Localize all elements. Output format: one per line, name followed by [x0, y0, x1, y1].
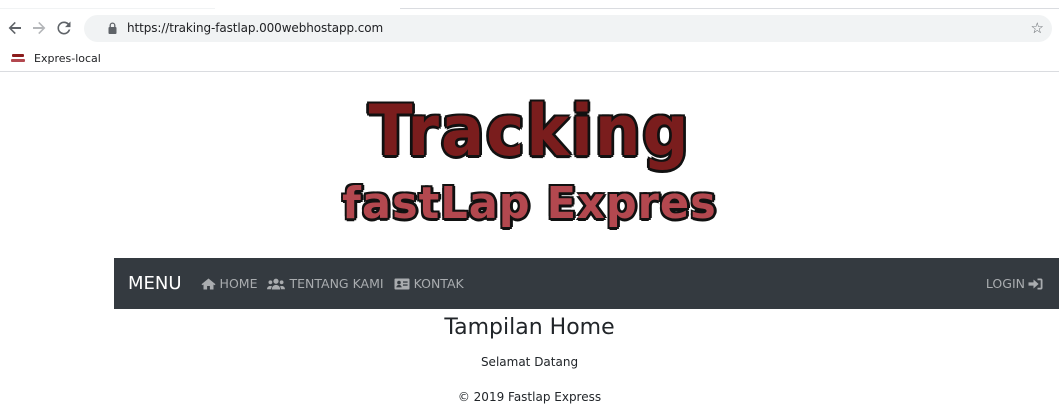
arrow-left-icon: [8, 21, 21, 35]
bookmark-favicon-icon: [10, 52, 26, 64]
sign-in-icon: [1028, 278, 1043, 290]
login-label: LOGIN: [985, 276, 1025, 291]
back-button[interactable]: [4, 17, 26, 39]
nav-item-kontak[interactable]: KONTAK: [394, 276, 464, 291]
arrow-right-icon: [33, 21, 46, 35]
main-navbar: MENU HOME TENTANG KAMI KONTAK LOGIN: [114, 258, 1059, 309]
bookmark-expres-local[interactable]: Expres-local: [10, 49, 101, 67]
browser-chrome: https://traking-fastlap.000webhostapp.co…: [0, 0, 1059, 72]
bookmark-label: Expres-local: [34, 51, 101, 65]
page-title: Tampilan Home: [444, 315, 615, 340]
home-icon: [201, 278, 216, 290]
bookmarks-bar: Expres-local: [0, 45, 1059, 71]
star-icon[interactable]: ☆: [1031, 19, 1044, 37]
footer-copyright: © 2019 Fastlap Express: [457, 390, 602, 404]
forward-button[interactable]: [28, 17, 50, 39]
nav-item-tentang-kami-label: TENTANG KAMI: [289, 276, 384, 291]
nav-item-kontak-label: KONTAK: [413, 276, 464, 291]
reload-button[interactable]: [53, 17, 75, 39]
nav-item-tentang-kami[interactable]: TENTANG KAMI: [267, 276, 384, 291]
logo-title: Tracking: [368, 90, 691, 172]
site-logo: Tracking fastLap Expres: [0, 88, 1059, 248]
tab-strip-divider: [400, 8, 1059, 9]
reload-icon: [57, 21, 71, 35]
users-icon: [267, 278, 286, 290]
login-link[interactable]: LOGIN: [986, 276, 1043, 291]
lock-icon: [108, 22, 117, 34]
url-text: https://traking-fastlap.000webhostapp.co…: [127, 21, 384, 35]
logo-subtitle: fastLap Expres: [342, 178, 717, 229]
welcome-text: Selamat Datang: [480, 355, 579, 369]
nav-item-home[interactable]: HOME: [201, 276, 258, 291]
address-bar[interactable]: https://traking-fastlap.000webhostapp.co…: [84, 15, 1052, 42]
tab-strip: [0, 8, 215, 9]
address-card-icon: [394, 278, 410, 290]
nav-item-home-label: HOME: [219, 276, 258, 291]
navbar-brand[interactable]: MENU: [128, 273, 182, 294]
